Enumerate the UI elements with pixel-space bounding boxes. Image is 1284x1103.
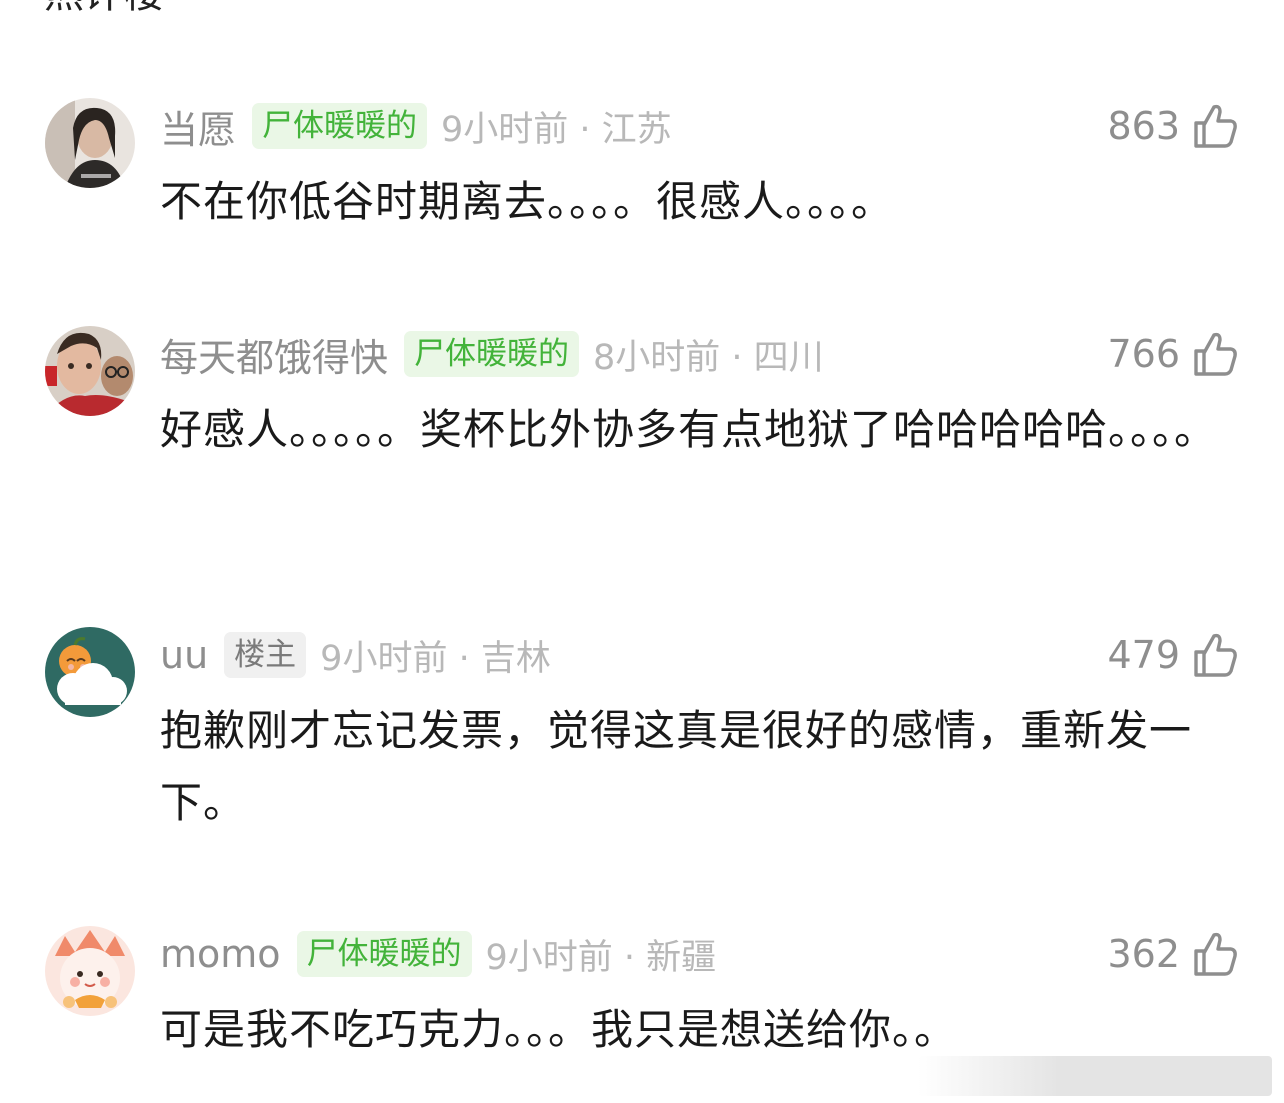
like-button[interactable]: 479 <box>1107 627 1240 683</box>
op-tag-badge: 楼主 <box>224 632 307 678</box>
comment-content: 抱歉刚才忘记发票，觉得这真是很好的感情，重新发一下。 <box>160 706 1193 827</box>
thumbs-up-icon[interactable] <box>1190 329 1240 379</box>
avatar[interactable] <box>45 98 135 188</box>
comment-meta: 当愿 尸体暖暖的 9小时前 · 江苏 <box>160 98 672 154</box>
like-button[interactable]: 766 <box>1107 326 1240 382</box>
thumbs-up-icon[interactable] <box>1190 630 1240 680</box>
avatar[interactable] <box>45 926 135 1016</box>
like-count: 766 <box>1107 332 1180 376</box>
time-location: 8小时前 · 四川 <box>593 337 824 378</box>
fan-tag-badge: 尸体暖暖的 <box>252 103 428 149</box>
time-location: 9小时前 · 新疆 <box>485 937 717 978</box>
time-location: 9小时前 · 江苏 <box>441 109 672 150</box>
like-button[interactable]: 362 <box>1107 926 1240 982</box>
comment-content: 好感人。。。。。奖杯比外协多有点地狱了哈哈哈哈哈。。。。 <box>160 405 1218 454</box>
comment-content: 不在你低谷时期离去。。。。很感人。。。。 <box>160 177 895 226</box>
like-count: 863 <box>1107 104 1180 148</box>
username[interactable]: momo <box>160 932 281 976</box>
avatar[interactable] <box>45 627 135 717</box>
comment-meta: momo 尸体暖暖的 9小时前 · 新疆 <box>160 926 716 982</box>
like-count: 479 <box>1107 633 1180 677</box>
like-button[interactable]: 863 <box>1107 98 1240 154</box>
thumbs-up-icon[interactable] <box>1190 929 1240 979</box>
username[interactable]: 每天都饿得快 <box>160 327 388 382</box>
thumbs-up-icon[interactable] <box>1190 101 1240 151</box>
watermark-fade <box>918 1056 1272 1096</box>
comment-meta: 每天都饿得快 尸体暖暖的 8小时前 · 四川 <box>160 326 824 382</box>
section-header-fragment: 热评楼 <box>44 0 164 14</box>
time-location: 9小时前 · 吉林 <box>320 638 551 679</box>
username[interactable]: 当愿 <box>160 99 236 154</box>
fan-tag-badge: 尸体暖暖的 <box>404 331 580 377</box>
like-count: 362 <box>1107 932 1180 976</box>
username[interactable]: uu <box>160 633 208 677</box>
fan-tag-badge: 尸体暖暖的 <box>296 931 472 977</box>
avatar[interactable] <box>45 326 135 416</box>
comment-meta: uu 楼主 9小时前 · 吉林 <box>160 627 551 683</box>
